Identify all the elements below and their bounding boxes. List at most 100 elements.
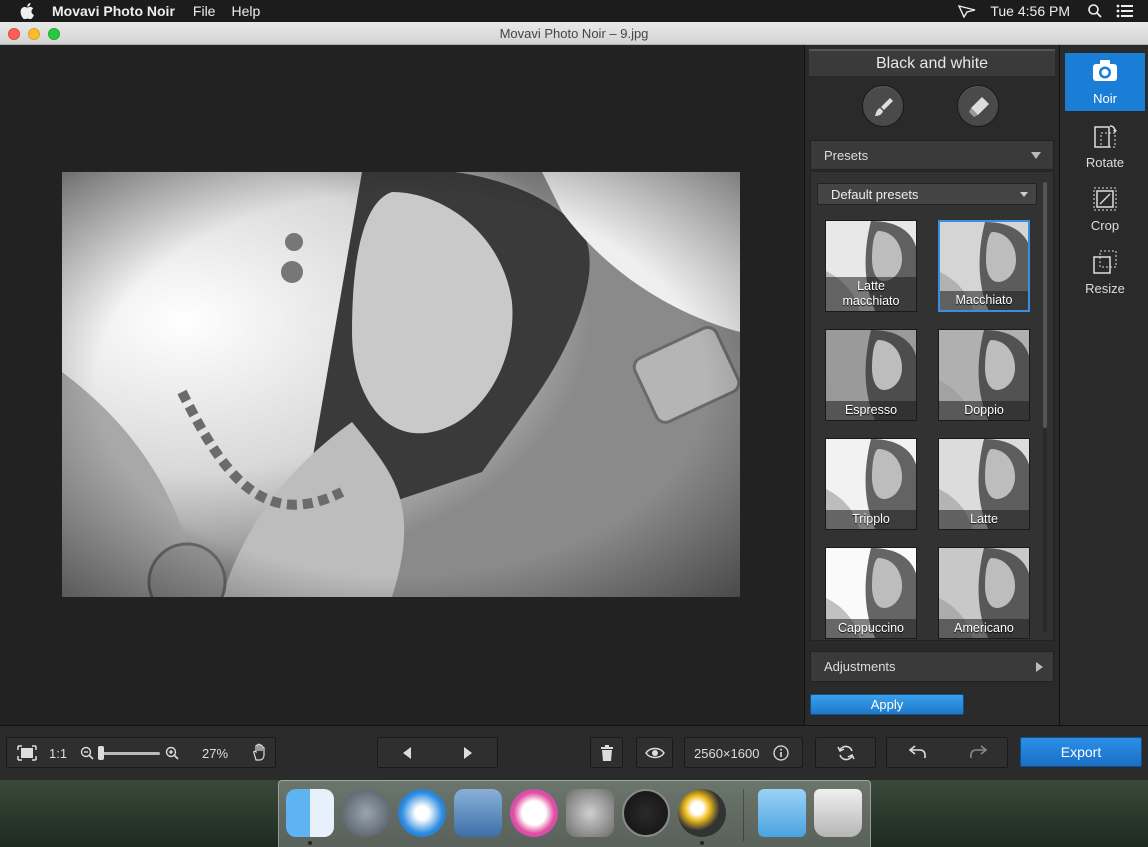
presets-dropdown-value: Default presets: [831, 187, 919, 202]
zoom-slider-track[interactable]: [100, 752, 160, 755]
adjustments-section-header[interactable]: Adjustments: [810, 651, 1054, 682]
dock: [278, 780, 871, 847]
menu-app-name[interactable]: Movavi Photo Noir: [52, 3, 175, 19]
refresh-icon: [837, 745, 855, 761]
adjustments-label: Adjustments: [824, 659, 896, 674]
panel-title: Black and white: [809, 49, 1055, 76]
downloads-folder-icon[interactable]: [758, 789, 806, 837]
apple-logo-icon[interactable]: [20, 3, 34, 19]
window-maximize-button[interactable]: [48, 28, 60, 40]
preset-thumbnail[interactable]: Latte macchiato: [825, 220, 917, 312]
menu-bar: Movavi Photo Noir File Help Tue 4:56 PM: [0, 0, 1148, 22]
preset-thumbnail[interactable]: Tripplo: [825, 438, 917, 530]
itunes-icon[interactable]: [510, 789, 558, 837]
finder-icon[interactable]: [286, 789, 334, 837]
menu-file[interactable]: File: [193, 3, 216, 19]
preset-thumbnail[interactable]: Americano: [938, 547, 1030, 639]
preset-label: Latte macchiato: [826, 277, 916, 311]
trash-icon[interactable]: [814, 789, 862, 837]
launchpad-icon[interactable]: [342, 789, 390, 837]
previous-image-icon[interactable]: [401, 746, 413, 760]
window-minimize-button[interactable]: [28, 28, 40, 40]
presets-scrollbar[interactable]: [1043, 182, 1047, 632]
zoom-percentage: 27%: [202, 746, 229, 761]
reset-button[interactable]: [815, 737, 876, 768]
safari-icon[interactable]: [398, 789, 446, 837]
preset-thumbnail[interactable]: Cappuccino: [825, 547, 917, 639]
menu-clock[interactable]: Tue 4:56 PM: [990, 3, 1070, 19]
dock-separator: [743, 789, 744, 841]
running-indicator: [700, 841, 704, 845]
preset-thumbnail[interactable]: Macchiato: [938, 220, 1030, 312]
menu-help[interactable]: Help: [231, 3, 260, 19]
brush-icon: [875, 98, 893, 116]
presets-label: Presets: [824, 148, 869, 163]
preview-toggle-button[interactable]: [636, 737, 673, 768]
image-canvas[interactable]: [0, 45, 804, 725]
spotlight-search-icon[interactable]: [1088, 4, 1102, 18]
undo-redo-group: [886, 737, 1008, 768]
tool-rotate-label: Rotate: [1085, 155, 1125, 170]
preset-label: Espresso: [826, 401, 916, 420]
tool-crop[interactable]: Crop: [1065, 180, 1145, 238]
hand-pan-icon[interactable]: [251, 743, 269, 761]
image-info-group: 2560×1600: [684, 737, 803, 768]
effects-panel: Black and white Presets Default presets …: [804, 45, 1059, 725]
tool-noir[interactable]: Noir: [1065, 53, 1145, 111]
notification-center-icon[interactable]: [1116, 4, 1134, 18]
window-title-bar: Movavi Photo Noir – 9.jpg: [0, 22, 1148, 45]
presets-dropdown[interactable]: Default presets: [817, 183, 1037, 205]
network-utility-icon[interactable]: [622, 789, 670, 837]
delete-button[interactable]: [590, 737, 623, 768]
eraser-tool-button[interactable]: [957, 85, 999, 127]
zoom-slider-handle[interactable]: [98, 746, 104, 760]
window-title: Movavi Photo Noir – 9.jpg: [499, 26, 649, 41]
apply-button[interactable]: Apply: [810, 694, 964, 715]
fit-to-screen-icon[interactable]: [17, 745, 37, 761]
preset-thumbnail[interactable]: Latte: [938, 438, 1030, 530]
bottom-toolbar: 1:1 27% 2560×1600 Export: [0, 725, 1148, 780]
tool-resize-label: Resize: [1085, 281, 1125, 296]
image-dimensions: 2560×1600: [694, 746, 760, 761]
brush-tool-button[interactable]: [862, 85, 904, 127]
noir-camera-icon: [1093, 60, 1117, 81]
mail-icon[interactable]: [454, 789, 502, 837]
preset-thumbnail[interactable]: Doppio: [938, 329, 1030, 421]
preset-label: Americano: [939, 619, 1029, 638]
rotate-icon: [1094, 125, 1117, 148]
export-button[interactable]: Export: [1020, 737, 1142, 767]
navigation-group: [377, 737, 498, 768]
trash-icon: [601, 745, 613, 761]
scrollbar-thumb[interactable]: [1043, 182, 1047, 428]
chevron-down-icon: [1020, 192, 1028, 197]
zoom-out-icon[interactable]: [80, 746, 94, 760]
photo-noir-icon[interactable]: [678, 789, 726, 837]
next-image-icon[interactable]: [462, 746, 474, 760]
tool-resize[interactable]: Resize: [1065, 243, 1145, 301]
status-app-icon[interactable]: [958, 4, 976, 18]
expand-triangle-icon: [1036, 662, 1043, 672]
preset-label: Doppio: [939, 401, 1029, 420]
info-icon[interactable]: [773, 745, 789, 761]
redo-icon[interactable]: [969, 745, 987, 759]
actual-size-button[interactable]: 1:1: [49, 746, 67, 761]
collapse-triangle-icon: [1031, 152, 1041, 159]
presets-section-header[interactable]: Presets: [810, 140, 1054, 170]
eye-icon: [645, 747, 665, 759]
preset-label: Tripplo: [826, 510, 916, 529]
tool-noir-label: Noir: [1093, 91, 1117, 106]
undo-icon[interactable]: [909, 745, 927, 759]
eraser-icon: [969, 97, 989, 117]
tool-rotate[interactable]: Rotate: [1065, 117, 1145, 175]
preset-label: Cappuccino: [826, 619, 916, 638]
zoom-in-icon[interactable]: [165, 746, 179, 760]
photo-preview: [62, 172, 740, 597]
preset-thumbnail[interactable]: Espresso: [825, 329, 917, 421]
running-indicator: [308, 841, 312, 845]
zoom-group: 1:1 27%: [6, 737, 276, 768]
preset-label: Macchiato: [940, 291, 1028, 310]
system-preferences-icon[interactable]: [566, 789, 614, 837]
tool-sidebar: Noir Rotate Crop Resize: [1059, 45, 1148, 725]
window-close-button[interactable]: [8, 28, 20, 40]
presets-list: Default presets Latte macchiato Macchiato…: [810, 171, 1054, 641]
